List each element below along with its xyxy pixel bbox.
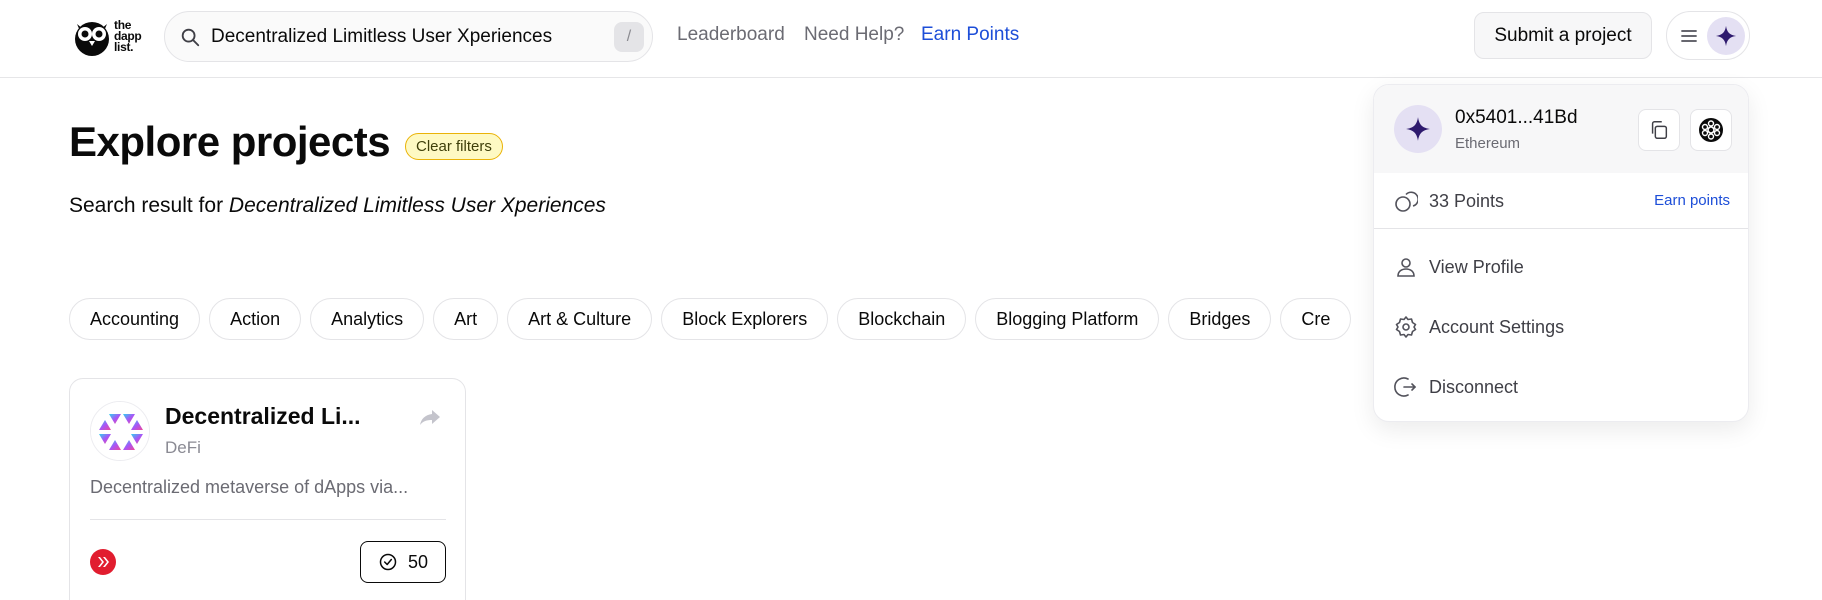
gear-icon: [1395, 316, 1417, 338]
account-summary: 0x5401...41Bd Ethereum: [1374, 85, 1748, 173]
logo-line-3: list.: [114, 39, 134, 54]
owl-icon: [75, 22, 109, 56]
category-chip[interactable]: Art & Culture: [507, 298, 653, 340]
category-chip[interactable]: Bridges: [1168, 298, 1272, 340]
wallet-network: Ethereum: [1455, 135, 1521, 152]
hamburger-icon: [1681, 30, 1697, 42]
clear-filters-button[interactable]: Clear filters: [405, 133, 503, 160]
menu-item-disconnect[interactable]: Disconnect: [1374, 362, 1748, 412]
category-chip[interactable]: Block Explorers: [661, 298, 829, 340]
upvote-button[interactable]: 50: [360, 541, 446, 583]
category-chip[interactable]: Blogging Platform: [975, 298, 1160, 340]
dapplist-logo[interactable]: the dapp list.: [72, 15, 152, 57]
search-result-text: Search result for Decentralized Limitles…: [69, 194, 606, 218]
category-chip[interactable]: Blockchain: [837, 298, 967, 340]
wallet-address: 0x5401...41Bd: [1455, 107, 1578, 128]
project-name[interactable]: Decentralized Li...: [165, 403, 365, 430]
project-logo: [90, 401, 150, 461]
search-result-query: Decentralized Limitless User Xperiences: [228, 194, 606, 217]
category-chip[interactable]: Action: [209, 298, 302, 340]
submit-project-button[interactable]: Submit a project: [1474, 12, 1652, 59]
nav-need-help[interactable]: Need Help?: [804, 24, 904, 46]
points-value: 33 Points: [1429, 191, 1505, 211]
project-description: Decentralized metaverse of dApps via...: [90, 477, 409, 497]
top-header: the dapp list. / Leaderboard Need Help? …: [0, 0, 1822, 78]
project-category: DeFi: [165, 438, 201, 457]
nav-earn-points[interactable]: Earn Points: [921, 24, 1019, 46]
card-divider: [90, 519, 446, 520]
network-logo-icon: [1699, 118, 1723, 142]
search-result-prefix: Search result for: [69, 194, 224, 217]
coins-icon: [1395, 191, 1418, 212]
share-icon[interactable]: [418, 405, 442, 429]
category-chip[interactable]: Cre: [1280, 298, 1352, 340]
search-shortcut-badge: /: [614, 22, 644, 52]
logo-wordmark: the dapp list.: [114, 19, 142, 54]
project-card[interactable]: Decentralized Li... DeFi Decentralized m…: [69, 378, 466, 600]
logout-icon: [1394, 377, 1417, 397]
search-icon: [181, 28, 200, 46]
copy-address-button[interactable]: [1638, 109, 1680, 151]
user-icon: [1397, 258, 1415, 277]
network-button[interactable]: [1690, 109, 1732, 151]
category-chips: Accounting Action Analytics Art Art & Cu…: [69, 298, 1379, 340]
search-input[interactable]: [211, 25, 601, 48]
user-avatar[interactable]: [1707, 17, 1745, 55]
menu-item-view-profile[interactable]: View Profile: [1374, 242, 1748, 292]
search-bar[interactable]: /: [164, 11, 653, 62]
sparkle-icon: [1406, 117, 1430, 141]
dlux-logo-icon: [91, 402, 149, 460]
category-chip[interactable]: Accounting: [69, 298, 201, 340]
category-chip[interactable]: Analytics: [310, 298, 425, 340]
earn-points-link[interactable]: Earn points: [1654, 192, 1730, 209]
page-title: Explore projects: [69, 118, 391, 165]
category-chip[interactable]: Art: [433, 298, 499, 340]
account-avatar: [1394, 105, 1442, 153]
menu-item-label: Account Settings: [1429, 316, 1565, 337]
account-dropdown: 0x5401...41Bd Ethereum 33 Points Earn po…: [1373, 84, 1749, 422]
hive-chain-icon: [90, 549, 116, 575]
check-circle-icon: [379, 553, 397, 571]
points-row: 33 Points Earn points: [1374, 173, 1748, 229]
vote-count: 50: [407, 551, 429, 572]
sparkle-icon: [1715, 25, 1737, 47]
nav-leaderboard[interactable]: Leaderboard: [677, 24, 785, 46]
menu-item-account-settings[interactable]: Account Settings: [1374, 302, 1748, 352]
menu-item-label: Disconnect: [1429, 376, 1519, 397]
menu-item-label: View Profile: [1429, 256, 1524, 277]
account-menu-toggle[interactable]: [1666, 11, 1750, 60]
copy-icon: [1651, 121, 1668, 139]
